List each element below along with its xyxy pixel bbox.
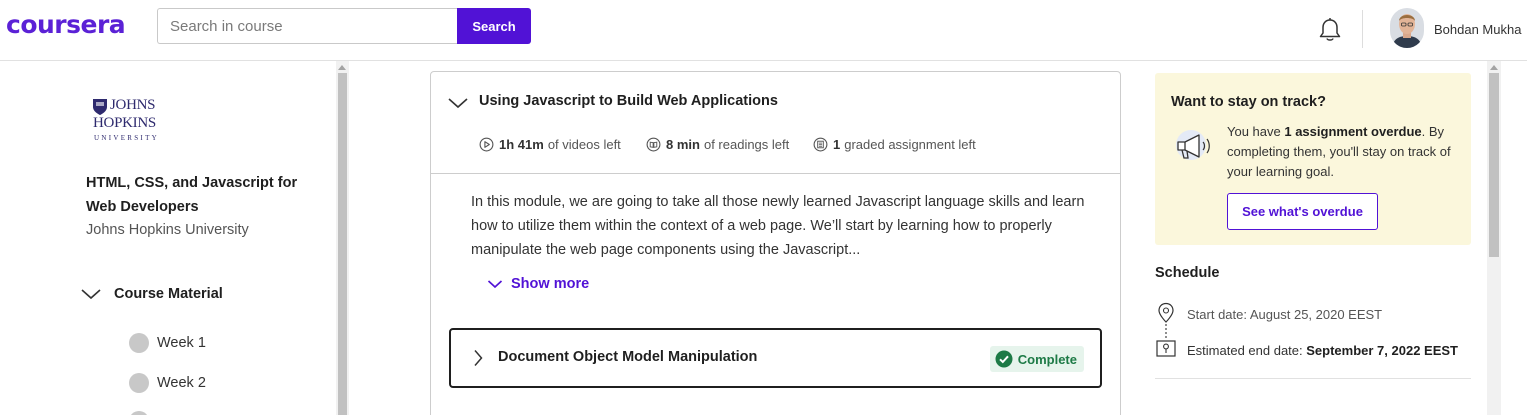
sidebar-item-week-2[interactable]: Week 2 [129, 373, 206, 393]
notifications-bell-icon[interactable] [1316, 16, 1344, 44]
top-header: coursera Search Bohdan Mukha [0, 0, 1527, 61]
coursera-logo[interactable]: coursera [6, 10, 126, 39]
videos-value: 1h 41m [499, 137, 544, 152]
week-label: Week 1 [157, 335, 206, 351]
sidebar-item-week-1[interactable]: Week 1 [129, 333, 206, 353]
search-input[interactable] [157, 8, 457, 44]
end-date-value: September 7, 2022 EEST [1306, 343, 1458, 358]
sidebar-scrollbar[interactable] [336, 61, 349, 415]
university-logo[interactable]: JOHNS HOPKINS UNIVERSITY [92, 97, 172, 145]
schedule-divider [1155, 378, 1471, 379]
week-status-icon [129, 333, 149, 353]
module-title[interactable]: Using Javascript to Build Web Applicatio… [479, 93, 778, 109]
user-avatar[interactable] [1390, 8, 1424, 48]
videos-text: of videos left [547, 137, 621, 152]
video-icon [479, 137, 494, 152]
scroll-up-icon[interactable] [1490, 65, 1498, 70]
track-title: Want to stay on track? [1171, 94, 1326, 110]
university-logo-line1: JOHNS [110, 97, 156, 113]
module-header[interactable]: Using Javascript to Build Web Applicatio… [431, 72, 1120, 174]
schedule-timeline-icon [1156, 302, 1176, 357]
page-scroll-thumb[interactable] [1489, 73, 1499, 257]
course-title[interactable]: HTML, CSS, and Javascript for Web Develo… [86, 171, 316, 219]
check-circle-icon [995, 350, 1013, 368]
week-status-icon [129, 411, 149, 415]
course-sidebar: JOHNS HOPKINS UNIVERSITY HTML, CSS, and … [0, 61, 336, 415]
module-card: Using Javascript to Build Web Applicatio… [430, 71, 1121, 415]
show-more-label: Show more [511, 276, 590, 292]
show-more-button[interactable]: Show more [487, 276, 589, 292]
readings-text: of readings left [703, 137, 790, 152]
chevron-down-icon [81, 289, 101, 300]
section-label: Course Material [114, 286, 223, 302]
stay-on-track-panel: Want to stay on track? You have 1 assign… [1155, 73, 1471, 245]
page-scrollbar[interactable] [1487, 61, 1501, 415]
university-logo-line3: UNIVERSITY [94, 134, 159, 142]
start-date: Start date: August 25, 2020 EEST [1187, 307, 1383, 322]
estimated-end-date: Estimated end date: September 7, 2022 EE… [1187, 343, 1458, 358]
overdue-count: 1 assignment overdue [1284, 124, 1422, 139]
assignments-text: graded assignment left [844, 137, 976, 152]
megaphone-icon [1176, 130, 1210, 160]
schedule-title: Schedule [1155, 265, 1220, 281]
status-badge: Complete [989, 346, 1084, 372]
status-label: Complete [1017, 351, 1077, 367]
university-shield-icon [93, 99, 107, 115]
search-bar: Search [157, 8, 531, 44]
videos-left: 1h 41m of videos left [479, 137, 621, 152]
reading-icon [646, 137, 661, 152]
assignment-icon [813, 137, 828, 152]
track-message: You have 1 assignment overdue. By comple… [1227, 122, 1459, 182]
user-name[interactable]: Bohdan Mukha [1434, 22, 1521, 37]
week-status-icon [129, 373, 149, 393]
assignments-value: 1 [833, 137, 841, 152]
track-message-prefix: You have [1227, 124, 1285, 139]
week-label: Week 2 [157, 375, 206, 391]
readings-left: 8 min of readings left [646, 137, 789, 152]
module-description: In this module, we are going to take all… [471, 194, 1085, 258]
lesson-item[interactable]: Document Object Model Manipulation Compl… [449, 328, 1102, 388]
course-university: Johns Hopkins University [86, 222, 249, 238]
sidebar-scroll-thumb[interactable] [338, 73, 347, 415]
lesson-title[interactable]: Document Object Model Manipulation [498, 349, 757, 365]
end-date-label: Estimated end date: [1187, 343, 1307, 358]
search-button[interactable]: Search [457, 8, 531, 44]
see-overdue-button[interactable]: See what's overdue [1227, 193, 1378, 230]
chevron-down-icon [487, 280, 503, 289]
scroll-up-icon[interactable] [338, 65, 346, 70]
assignments-left: 1 graded assignment left [813, 137, 976, 152]
readings-value: 8 min [666, 137, 700, 152]
course-material-toggle[interactable]: Course Material [80, 286, 223, 302]
chevron-down-icon[interactable] [447, 96, 469, 110]
header-divider [1362, 10, 1363, 48]
chevron-right-icon[interactable] [473, 349, 483, 367]
university-logo-line2: HOPKINS [93, 115, 156, 131]
sidebar-item-week-3[interactable] [129, 411, 149, 415]
